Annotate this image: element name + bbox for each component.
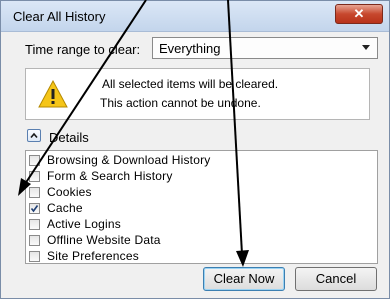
checkbox[interactable]	[29, 155, 40, 166]
list-item[interactable]: Active Logins	[29, 217, 369, 232]
clear-history-dialog: Clear All History ✕ Time range to clear:…	[0, 0, 390, 299]
time-range-value: Everything	[159, 41, 221, 56]
checkbox[interactable]	[29, 187, 40, 198]
dialog-title: Clear All History	[13, 9, 106, 24]
item-label: Active Logins	[47, 217, 121, 231]
title-bar[interactable]: Clear All History ✕	[1, 1, 389, 32]
dropdown-arrow-icon	[362, 45, 370, 50]
item-label: Browsing & Download History	[47, 153, 211, 167]
checkbox[interactable]	[29, 251, 40, 262]
details-label: Details	[49, 130, 89, 145]
details-toggle-button[interactable]	[27, 129, 41, 142]
list-item[interactable]: Offline Website Data	[29, 233, 369, 248]
checkmark-icon	[30, 205, 39, 213]
warning-box: All selected items will be cleared. This…	[25, 68, 370, 120]
close-icon: ✕	[353, 6, 365, 21]
list-item[interactable]: Cookies	[29, 185, 369, 200]
list-item[interactable]: Browsing & Download History	[29, 153, 369, 168]
item-label: Form & Search History	[47, 169, 173, 183]
item-label: Site Preferences	[47, 249, 139, 263]
item-label: Cache	[47, 201, 83, 215]
warning-text-line1: All selected items will be cleared.	[102, 77, 279, 91]
list-item[interactable]: Form & Search History	[29, 169, 369, 184]
item-label: Cookies	[47, 185, 92, 199]
warning-triangle-icon	[38, 80, 68, 108]
time-range-dropdown[interactable]: Everything	[152, 37, 378, 59]
checkbox[interactable]	[29, 235, 40, 246]
chevron-up-icon	[30, 132, 38, 139]
checkbox[interactable]	[29, 219, 40, 230]
cancel-button[interactable]: Cancel	[295, 267, 377, 291]
history-items-list: Browsing & Download History Form & Searc…	[25, 150, 378, 264]
warning-text-line2: This action cannot be undone.	[100, 96, 261, 110]
checkbox[interactable]	[29, 171, 40, 182]
time-range-label: Time range to clear:	[25, 42, 141, 57]
item-label: Offline Website Data	[47, 233, 161, 247]
clear-now-button[interactable]: Clear Now	[203, 267, 285, 291]
close-button[interactable]: ✕	[335, 4, 383, 24]
checkbox-checked[interactable]	[29, 203, 40, 214]
list-item[interactable]: Cache	[29, 201, 369, 216]
list-item[interactable]: Site Preferences	[29, 249, 369, 264]
